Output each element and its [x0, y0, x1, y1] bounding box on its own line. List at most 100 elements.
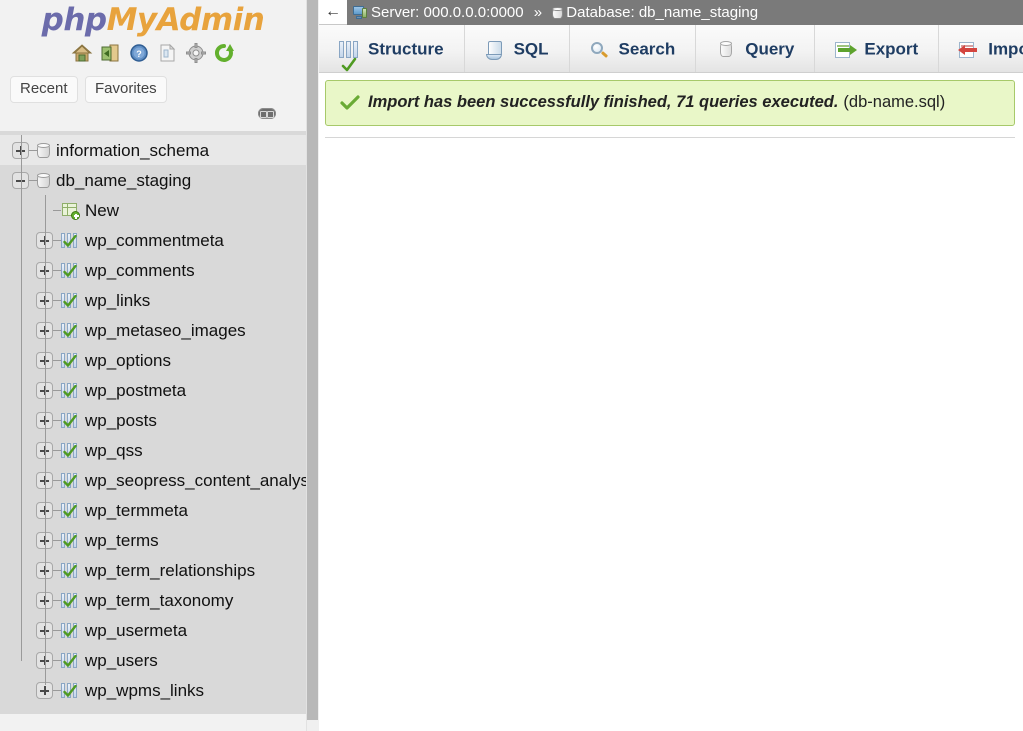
- svg-text:?: ?: [136, 49, 142, 59]
- tab-search[interactable]: Search: [570, 25, 697, 73]
- tree-connector: [53, 510, 61, 511]
- tree-vertical-line-children: [45, 195, 46, 685]
- structure-icon: [339, 41, 359, 59]
- phpmyadmin-window: phpMyAdmin: [0, 0, 1023, 731]
- tree-database-item[interactable]: db_name_staging: [0, 165, 306, 195]
- tree-connector: [53, 390, 61, 391]
- server-icon: [353, 6, 368, 20]
- pin-row: [0, 106, 306, 128]
- tab-query[interactable]: Query: [696, 25, 815, 73]
- breadcrumb-separator: »: [534, 4, 542, 21]
- phpmyadmin-logo[interactable]: phpMyAdmin: [0, 0, 306, 40]
- tree-item-label: wp_commentmeta: [85, 226, 224, 256]
- tab-label: Query: [745, 40, 794, 59]
- tree-connector: [53, 360, 61, 361]
- table-icon: [61, 442, 79, 459]
- recent-button[interactable]: Recent: [10, 76, 78, 103]
- table-icon: [61, 502, 79, 519]
- tab-label: Structure: [368, 40, 444, 59]
- logout-icon[interactable]: [99, 42, 121, 64]
- table-icon: [61, 382, 79, 399]
- table-icon: [61, 322, 79, 339]
- tree-connector: [53, 240, 61, 241]
- tree-item-label: wp_termmeta: [85, 496, 188, 526]
- tree-database-item[interactable]: information_schema: [0, 135, 306, 165]
- logo-myadmin-text: MyAdmin: [107, 2, 265, 38]
- tree-item-label: wp_users: [85, 646, 158, 676]
- tree-item-label: wp_comments: [85, 256, 195, 286]
- export-icon: [835, 41, 855, 59]
- tree-connector: [53, 270, 61, 271]
- content-divider: [325, 137, 1015, 138]
- tab-label: Export: [864, 40, 918, 59]
- tab-export[interactable]: Export: [815, 25, 939, 73]
- tab-label: Import: [988, 40, 1023, 59]
- sidebar-scrollbar-thumb[interactable]: [307, 0, 318, 720]
- tab-label: Search: [619, 40, 676, 59]
- tree-connector: [53, 450, 61, 451]
- tree-item-label: wp_terms: [85, 526, 159, 556]
- tree-item-label: wp_seopress_content_analys: [85, 466, 306, 496]
- sidebar-icon-row: ?: [0, 40, 306, 68]
- reload-icon[interactable]: [213, 42, 235, 64]
- link-toggle-icon[interactable]: [258, 108, 276, 119]
- table-icon: [61, 292, 79, 309]
- tree-item-label: wp_postmeta: [85, 376, 186, 406]
- imported-filename: (db-name.sql): [843, 93, 945, 111]
- tab-import[interactable]: Import: [939, 25, 1023, 73]
- favorites-button[interactable]: Favorites: [85, 76, 167, 103]
- table-icon: [61, 682, 79, 699]
- table-icon: [61, 592, 79, 609]
- tree-item-label: wp_links: [85, 286, 150, 316]
- tree-item-label: wp_options: [85, 346, 171, 376]
- tree-connector: [53, 420, 61, 421]
- database-icon: [37, 172, 50, 189]
- tree-vertical-line: [21, 135, 22, 661]
- tree-connector: [53, 330, 61, 331]
- tree-connector: [53, 600, 61, 601]
- tab-label: SQL: [514, 40, 549, 59]
- navigation-sidebar: phpMyAdmin: [0, 0, 306, 731]
- docs-icon[interactable]: [156, 42, 178, 64]
- tree-connector: [53, 630, 61, 631]
- table-icon: [61, 622, 79, 639]
- tab-structure[interactable]: Structure: [319, 25, 465, 73]
- table-icon: [61, 352, 79, 369]
- tab-bar: Structure SQL Search Query Export Import: [319, 25, 1023, 73]
- search-icon: [590, 41, 610, 59]
- tree-item-label: wp_posts: [85, 406, 157, 436]
- logo-php-text: php: [42, 2, 107, 38]
- tree-connector: [53, 690, 61, 691]
- database-icon: [552, 6, 563, 20]
- table-icon: [61, 232, 79, 249]
- tree-connector: [53, 480, 61, 481]
- tree-item-label: wp_metaseo_images: [85, 316, 246, 346]
- breadcrumb-server-label[interactable]: Server: 000.0.0.0:0000: [371, 4, 524, 21]
- new-table-icon: [61, 202, 79, 219]
- database-tree: information_schemadb_name_stagingNewwp_c…: [0, 131, 306, 714]
- table-icon: [61, 652, 79, 669]
- home-icon[interactable]: [71, 42, 93, 64]
- main-panel: ← Server: 000.0.0.0:0000 » Database: db_…: [319, 0, 1023, 731]
- breadcrumb-content: Server: 000.0.0.0:0000 » Database: db_na…: [353, 0, 758, 25]
- help-icon[interactable]: ?: [128, 42, 150, 64]
- sql-icon: [485, 41, 505, 59]
- success-message-text: Import has been successfully finished, 7…: [368, 93, 838, 111]
- table-icon: [61, 532, 79, 549]
- content-area: Import has been successfully finished, 7…: [319, 80, 1023, 138]
- tree-item-label: wp_wpms_links: [85, 676, 204, 706]
- tree-item-label: wp_usermeta: [85, 616, 187, 646]
- tab-sql[interactable]: SQL: [465, 25, 570, 73]
- success-check-icon: [340, 95, 360, 111]
- tree-item-label: wp_term_taxonomy: [85, 586, 233, 616]
- query-icon: [716, 41, 736, 59]
- tree-item-label: information_schema: [56, 136, 209, 166]
- tree-connector: [53, 660, 61, 661]
- back-button[interactable]: ←: [319, 0, 347, 25]
- breadcrumb-database-label[interactable]: Database: db_name_staging: [566, 4, 758, 21]
- table-icon: [61, 562, 79, 579]
- table-icon: [61, 472, 79, 489]
- tree-connector: [53, 210, 61, 211]
- tree-item-label: New: [85, 196, 119, 226]
- gear-icon[interactable]: [185, 42, 207, 64]
